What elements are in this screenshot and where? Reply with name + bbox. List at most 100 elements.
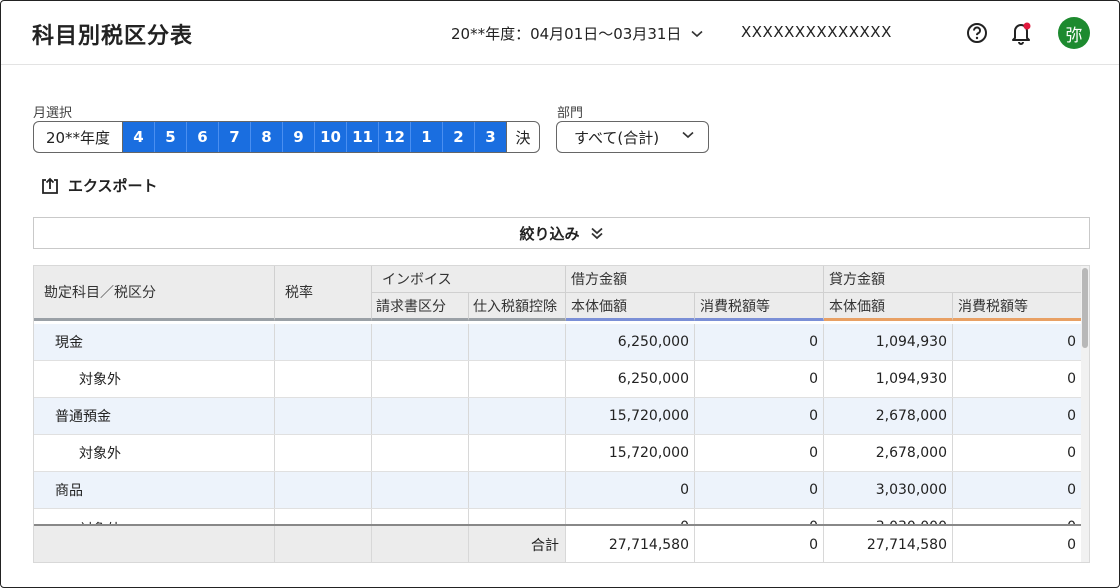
tax-rate-cell (275, 472, 372, 508)
page-title: 科目別税区分表 (32, 24, 194, 49)
table-row[interactable]: 普通預金 15,720,000 0 2,678,000 0 (34, 398, 1082, 435)
account-name: 普通預金 (34, 398, 275, 434)
debit-tax-cell: 0 (695, 324, 824, 360)
credit-base-cell: 2,678,000 (824, 435, 953, 471)
credit-base-cell: 1,094,930 (824, 361, 953, 397)
credit-tax-cell: 0 (953, 398, 1082, 434)
total-blank-cell (372, 526, 469, 562)
tax-rate-cell (275, 361, 372, 397)
narrow-down-toggle[interactable]: 絞り込み (33, 217, 1090, 249)
account-name: 商品 (34, 472, 275, 508)
app-window: 科目別税区分表 20**年度：04月01日〜03月31日 XXXXXXXXXXX… (0, 0, 1120, 588)
total-credit-base: 27,714,580 (824, 526, 953, 562)
tax-rate-cell (275, 435, 372, 471)
department-select[interactable]: すべて(合計) (556, 121, 709, 153)
month-segment[interactable]: 5 (155, 122, 187, 152)
header-account: 勘定科目／税区分 (34, 266, 275, 321)
deduction-cell (469, 324, 566, 360)
month-segment[interactable]: 7 (219, 122, 251, 152)
month-selector: 20**年度 4 5 6 7 8 9 10 11 12 1 2 3 決 (33, 121, 540, 153)
department-label: 部門 (557, 106, 584, 121)
month-segment-year[interactable]: 20**年度 (34, 122, 123, 152)
department-value: すべて(合計) (574, 128, 660, 147)
debit-tax-cell: 0 (695, 435, 824, 471)
total-credit-tax: 0 (953, 526, 1082, 562)
debit-base-cell: 15,720,000 (566, 435, 695, 471)
debit-tax-cell: 0 (695, 398, 824, 434)
month-segment-closing[interactable]: 決 (507, 122, 539, 152)
table-row[interactable]: 商品 0 0 3,030,000 0 (34, 472, 1082, 509)
credit-base-cell: 3,030,000 (824, 472, 953, 508)
header-credit-tax: 消費税額等 (953, 293, 1082, 321)
credit-tax-cell: 0 (953, 435, 1082, 471)
scrollbar-thumb[interactable] (1082, 268, 1088, 348)
double-chevron-down-icon (590, 227, 603, 240)
table-row[interactable]: 対象外 15,720,000 0 2,678,000 0 (34, 435, 1082, 472)
total-blank-cell (275, 526, 372, 562)
debit-base-cell: 0 (566, 472, 695, 508)
month-segment[interactable]: 9 (283, 122, 315, 152)
total-debit-tax: 0 (695, 526, 824, 562)
export-button[interactable]: エクスポート (41, 175, 158, 196)
tax-category-table: 勘定科目／税区分 税率 インボイス 請求書区分 仕入税額控除 借方金額 本体価額… (33, 265, 1090, 563)
credit-base-cell: 2,678,000 (824, 398, 953, 434)
header-credit-base: 本体価額 (824, 293, 953, 321)
company-name: XXXXXXXXXXXXXX (741, 23, 892, 41)
fiscal-period-selector[interactable]: 20**年度：04月01日〜03月31日 (451, 23, 703, 44)
tax-category-name: 対象外 (34, 435, 275, 471)
month-segment[interactable]: 12 (379, 122, 411, 152)
debit-base-cell: 6,250,000 (566, 324, 695, 360)
debit-tax-cell: 0 (695, 361, 824, 397)
export-icon (42, 177, 58, 194)
month-select-label: 月選択 (33, 106, 73, 121)
top-header: 科目別税区分表 20**年度：04月01日〜03月31日 XXXXXXXXXXX… (1, 1, 1119, 65)
debit-base-cell: 15,720,000 (566, 398, 695, 434)
month-segment[interactable]: 1 (411, 122, 443, 152)
deduction-cell (469, 472, 566, 508)
deduction-cell (469, 361, 566, 397)
invoice-type-cell (372, 324, 469, 360)
invoice-type-cell (372, 361, 469, 397)
header-invoice-type: 請求書区分 (372, 293, 469, 321)
month-segment[interactable]: 3 (475, 122, 507, 152)
table-row[interactable]: 対象外 6,250,000 0 1,094,930 0 (34, 361, 1082, 398)
bell-icon[interactable] (1009, 21, 1033, 45)
invoice-type-cell (372, 435, 469, 471)
chevron-down-icon (691, 30, 703, 37)
header-deduction: 仕入税額控除 (469, 293, 566, 321)
help-icon[interactable] (965, 21, 989, 45)
header-debit-tax: 消費税額等 (695, 293, 824, 321)
table-row[interactable]: 現金 6,250,000 0 1,094,930 0 (34, 324, 1082, 361)
month-segment[interactable]: 11 (347, 122, 379, 152)
credit-tax-cell: 0 (953, 472, 1082, 508)
tax-rate-cell (275, 324, 372, 360)
month-segment[interactable]: 10 (315, 122, 347, 152)
debit-base-cell: 6,250,000 (566, 361, 695, 397)
fiscal-period-label: 20**年度：04月01日〜03月31日 (451, 25, 682, 43)
export-label: エクスポート (68, 177, 158, 195)
total-blank-cell (34, 526, 275, 562)
total-debit-base: 27,714,580 (566, 526, 695, 562)
month-segment[interactable]: 4 (123, 122, 155, 152)
month-segment[interactable]: 2 (443, 122, 475, 152)
tax-category-name: 対象外 (34, 361, 275, 397)
narrow-down-label: 絞り込み (519, 224, 580, 243)
total-label: 合計 (469, 526, 566, 562)
invoice-type-cell (372, 398, 469, 434)
table-scrollbar[interactable] (1081, 266, 1089, 562)
avatar[interactable]: 弥 (1058, 17, 1090, 49)
credit-tax-cell: 0 (953, 324, 1082, 360)
header-debit: 借方金額 (566, 266, 824, 293)
invoice-type-cell (372, 472, 469, 508)
table-total-row: 合計 27,714,580 0 27,714,580 0 (34, 524, 1082, 562)
header-invoice: インボイス (372, 266, 566, 293)
account-name: 現金 (34, 324, 275, 360)
month-segment[interactable]: 6 (187, 122, 219, 152)
header-tax-rate: 税率 (275, 266, 372, 321)
deduction-cell (469, 398, 566, 434)
month-segment[interactable]: 8 (251, 122, 283, 152)
deduction-cell (469, 435, 566, 471)
credit-tax-cell: 0 (953, 361, 1082, 397)
debit-tax-cell: 0 (695, 472, 824, 508)
header-debit-base: 本体価額 (566, 293, 695, 321)
